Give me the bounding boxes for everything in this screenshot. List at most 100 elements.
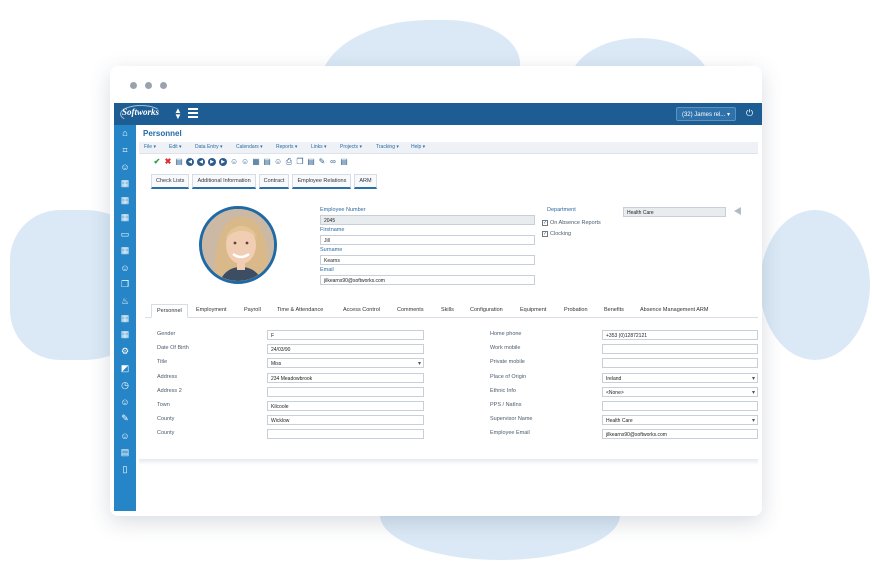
address-2-field[interactable] (267, 387, 424, 397)
user-icon[interactable]: ☺ (114, 159, 136, 176)
tab-absence-management-arm[interactable]: Absence Management ARM (640, 307, 708, 313)
tab-skills[interactable]: Skills (441, 307, 454, 313)
menu-help[interactable]: Help ▾ (411, 144, 425, 150)
menu-projects[interactable]: Projects ▾ (340, 144, 362, 150)
town-field[interactable]: Kilcoole (267, 401, 424, 411)
tab-comments[interactable]: Comments (397, 307, 424, 313)
tab-configuration[interactable]: Configuration (470, 307, 503, 313)
calendar-icon[interactable]: ▦ (114, 310, 136, 327)
subtab-contract[interactable]: Contract (258, 174, 290, 189)
link-icon[interactable]: ∞ (329, 158, 337, 166)
menu-edit[interactable]: Edit ▾ (169, 144, 182, 150)
table-icon[interactable]: ▦ (252, 158, 260, 166)
user-icon[interactable]: ☺ (114, 427, 136, 444)
user-document-icon[interactable]: ☺ (274, 158, 282, 166)
subtab-check-lists[interactable]: Check Lists (151, 174, 190, 189)
address-2-label: Address 2 (157, 388, 182, 394)
menu-file[interactable]: File ▾ (144, 144, 156, 150)
calendar-icon[interactable]: ▦ (114, 327, 136, 344)
county-2-label: County (157, 430, 175, 436)
sort-arrows-icon[interactable]: ▲ ▼ (174, 107, 182, 121)
table-icon[interactable]: ▤ (114, 444, 136, 461)
pps-natins-field[interactable] (602, 401, 758, 411)
edit-icon[interactable]: ✎ (114, 411, 136, 428)
printer-icon[interactable]: ⎙ (285, 158, 293, 166)
menu-links[interactable]: Links ▾ (311, 144, 327, 150)
page-title: Personnel (143, 129, 182, 138)
place-of-origin-select[interactable]: Ireland (602, 373, 758, 383)
menu-reports[interactable]: Reports ▾ (276, 144, 297, 150)
clock-icon[interactable]: ◷ (114, 377, 136, 394)
employee-number-field[interactable]: 2045 (320, 215, 535, 225)
firstname-field[interactable]: Jill (320, 235, 535, 245)
users-icon[interactable]: ☺ (114, 259, 136, 276)
browser-window: Softworks ▲ ▼ (32) James rel... ▾ ⏻ ⌂ ⌗ ☺… (110, 66, 762, 516)
logout-icon[interactable]: ⏻ (744, 108, 755, 119)
next-record-icon[interactable]: ▶ (208, 158, 216, 166)
work-mobile-field[interactable] (602, 344, 758, 354)
save-check-icon[interactable]: ✔ (153, 158, 161, 166)
monitor-icon[interactable]: ▭ (114, 226, 136, 243)
county-field[interactable]: Wicklow (267, 415, 424, 425)
calendar-icon[interactable]: ▦ (114, 243, 136, 260)
private-mobile-field[interactable] (602, 358, 758, 368)
calendar-icon[interactable]: ▦ (114, 192, 136, 209)
document-icon[interactable]: ▤ (307, 158, 315, 166)
address-field[interactable]: 234 Meadowbrook (267, 373, 424, 383)
app-logo[interactable]: Softworks (122, 107, 159, 117)
subtab-arm[interactable]: ARM (354, 174, 377, 189)
email-field[interactable]: jilkearns90@softworks.com (320, 275, 535, 285)
copy-icon[interactable]: ❐ (296, 158, 304, 166)
supervisor-name-select[interactable]: Health Care (602, 415, 758, 425)
date-of-birth-field[interactable]: 24/03/90 (267, 344, 424, 354)
tab-equipment[interactable]: Equipment (520, 307, 546, 313)
ethnic-info-select[interactable]: <None> (602, 387, 758, 397)
home-phone-field[interactable]: +353 (0)12872121 (602, 330, 758, 340)
calendar-icon[interactable]: ▦ (114, 209, 136, 226)
add-user-icon[interactable]: ☺ (230, 158, 238, 166)
menu-calendars[interactable]: Calendars ▾ (236, 144, 263, 150)
users-icon[interactable]: ☺ (241, 158, 249, 166)
calendar-icon[interactable]: ▦ (114, 175, 136, 192)
home-icon[interactable]: ⌂ (114, 125, 136, 142)
department-field[interactable]: Health Care (623, 207, 726, 217)
menu-tracking[interactable]: Tracking ▾ (376, 144, 399, 150)
copy-icon[interactable]: ❐ (114, 276, 136, 293)
clocking-label: Clocking (550, 231, 572, 237)
settings-icon[interactable]: ⚙ (114, 343, 136, 360)
subtab-additional-information[interactable]: Additional Information (192, 174, 256, 189)
tab-personnel[interactable]: Personnel (151, 304, 188, 318)
collapse-arrow-icon[interactable] (734, 207, 741, 215)
employee-email-field[interactable]: jilkearns90@softworks.com (602, 429, 758, 439)
thermometer-icon[interactable]: ♨ (114, 293, 136, 310)
tab-employment[interactable]: Employment (196, 307, 227, 313)
tab-access-control[interactable]: Access Control (343, 307, 380, 313)
tab-probation[interactable]: Probation (564, 307, 588, 313)
county-2-field[interactable] (267, 429, 424, 439)
surname-field[interactable]: Kearns (320, 255, 535, 265)
user-menu-button[interactable]: (32) James rel... ▾ (675, 107, 736, 121)
user-icon[interactable]: ☺ (114, 394, 136, 411)
tab-benefits[interactable]: Benefits (604, 307, 624, 313)
cancel-x-icon[interactable]: ✖ (164, 158, 172, 166)
menu-data-entry[interactable]: Data Entry ▾ (195, 144, 223, 150)
title-select[interactable]: Miss (267, 358, 424, 368)
subtab-employee-relations[interactable]: Employee Relations (292, 174, 352, 189)
gender-field[interactable]: F (267, 330, 424, 340)
document-icon[interactable]: ▤ (175, 158, 183, 166)
edit-document-icon[interactable]: ✎ (318, 158, 326, 166)
chart-icon[interactable]: ◩ (114, 360, 136, 377)
hamburger-menu-icon[interactable] (188, 108, 198, 120)
toolbar: ✔ ✖ ▤ ◀ ◀ ▶ ▶ ☺ ☺ ▦ ▤ ☺ ⎙ ❐ ▤ ✎ ∞ ▤ (153, 156, 348, 168)
tab-payroll[interactable]: Payroll (244, 307, 261, 313)
crop-icon[interactable]: ⌗ (114, 142, 136, 159)
previous-record-icon[interactable]: ◀ (197, 158, 205, 166)
last-record-icon[interactable]: ▶ (219, 158, 227, 166)
document-search-icon[interactable]: ▤ (263, 158, 271, 166)
clipboard-icon[interactable]: ▯ (114, 461, 136, 478)
on-absence-reports-checkbox[interactable]: ✓ (542, 220, 548, 226)
report-icon[interactable]: ▤ (340, 158, 348, 166)
clocking-checkbox[interactable]: ✓ (542, 231, 548, 237)
tab-time-attendance[interactable]: Time & Attendance (277, 307, 323, 313)
first-record-icon[interactable]: ◀ (186, 158, 194, 166)
